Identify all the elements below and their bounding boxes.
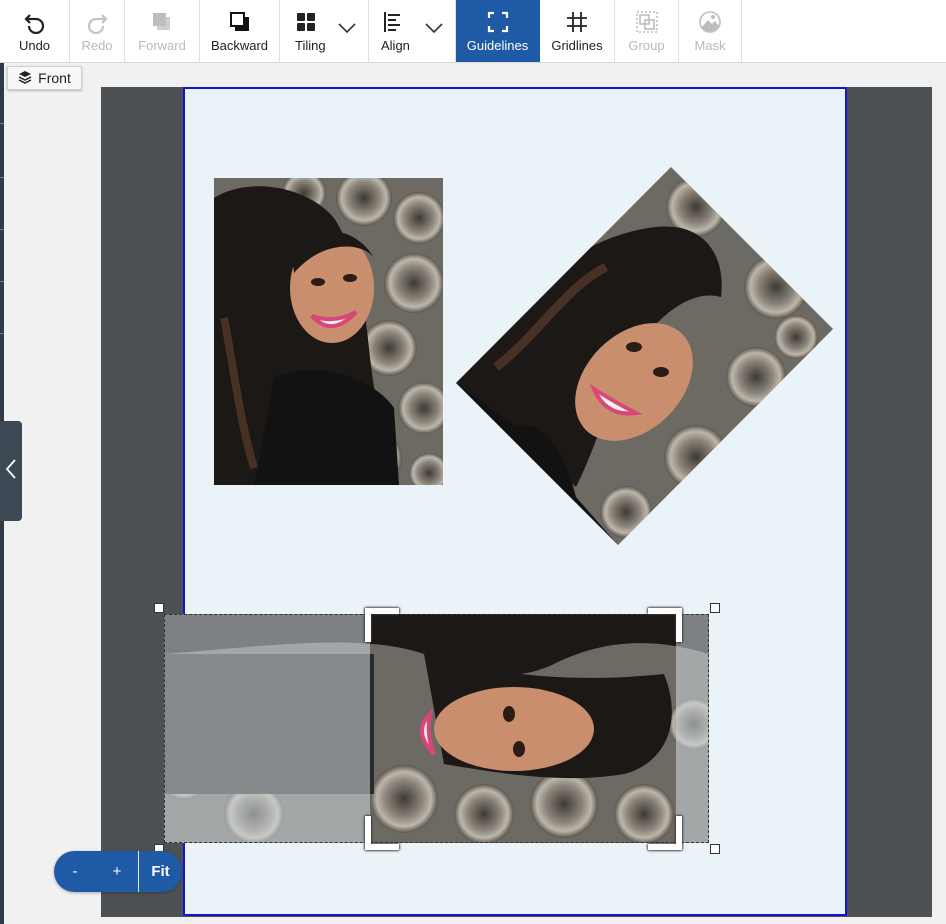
align-icon [381,10,405,34]
tiling-label: Tiling [295,38,326,53]
forward-label: Forward [138,38,186,53]
gridlines-button[interactable]: Gridlines [540,0,615,62]
guidelines-icon [486,10,510,34]
guidelines-button[interactable]: Guidelines [456,0,540,62]
undo-button[interactable]: Undo [0,0,70,62]
crop-handle-bottom-right[interactable] [648,816,682,850]
zoom-fit-button[interactable]: Fit [139,851,182,892]
tiling-button[interactable]: Tiling [280,0,369,62]
layer-tab-label: Front [38,70,71,86]
layer-side-tab[interactable]: Front [7,66,82,90]
resize-handle-top-left[interactable] [154,603,164,613]
guidelines-label: Guidelines [466,38,529,53]
resize-handle-top-right[interactable] [710,603,720,613]
group-label: Group [628,38,665,53]
gridlines-icon [565,10,589,34]
undo-label: Undo [18,38,51,53]
mask-button[interactable]: Mask [679,0,742,62]
chevron-down-icon[interactable] [425,22,443,37]
resize-handle-bottom-right[interactable] [710,844,720,854]
group-button[interactable]: Group [615,0,679,62]
zoom-in-button[interactable]: + [96,851,138,892]
redo-icon [85,10,109,34]
mask-label: Mask [694,38,726,53]
crop-handle-bottom-left[interactable] [365,816,399,850]
tiling-icon [295,10,317,34]
portrait-photo-rotated[interactable] [456,167,833,545]
gridlines-label: Gridlines [551,38,603,53]
forward-button[interactable]: Forward [125,0,200,62]
backward-button[interactable]: Backward [200,0,280,62]
collapse-panel-button[interactable] [0,421,22,521]
layers-icon [18,70,32,87]
crop-handle-top-left[interactable] [365,608,399,642]
redo-button[interactable]: Redo [70,0,125,62]
bring-forward-icon [150,10,174,34]
chevron-down-icon[interactable] [338,22,356,37]
zoom-out-button[interactable]: - [54,851,96,892]
portrait-photo-upright[interactable] [214,178,443,485]
group-icon [635,10,659,34]
align-button[interactable]: Align [369,0,456,62]
backward-label: Backward [210,38,269,53]
crop-handle-top-right[interactable] [648,608,682,642]
mask-icon [698,10,722,34]
toolbar: Undo Redo Forward Backward Tiling Align [0,0,946,63]
send-backward-icon [228,10,252,34]
chevron-left-icon [5,458,17,485]
zoom-divider [138,851,139,892]
redo-label: Redo [81,38,113,53]
align-label: Align [381,38,410,53]
zoom-control: - + Fit [54,851,182,892]
selection-bounding-box [164,614,709,843]
undo-icon [23,10,47,34]
